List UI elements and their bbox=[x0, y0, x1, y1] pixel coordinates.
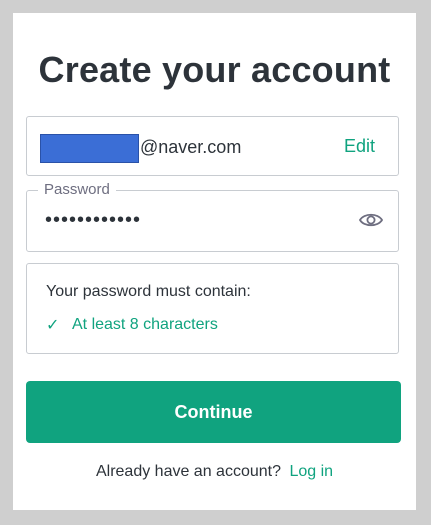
requirement-text: At least 8 characters bbox=[72, 316, 218, 333]
login-prompt: Already have an account? Log in bbox=[13, 463, 416, 481]
page-title: Create your account bbox=[38, 49, 391, 90]
continue-button[interactable]: Continue bbox=[26, 381, 401, 443]
password-input[interactable]: •••••••••••• bbox=[45, 209, 141, 232]
redacted-email-username bbox=[40, 134, 139, 163]
login-prompt-text: Already have an account? bbox=[95, 463, 281, 480]
eye-icon[interactable] bbox=[358, 209, 384, 231]
signup-card: Create your account @naver.com Edit Pass… bbox=[13, 13, 416, 510]
email-domain: @naver.com bbox=[140, 137, 242, 157]
email-field[interactable]: @naver.com Edit bbox=[26, 116, 399, 176]
requirements-title: Your password must contain: bbox=[46, 283, 251, 300]
password-label: Password bbox=[38, 181, 116, 198]
password-field[interactable]: Password •••••••••••• bbox=[26, 181, 399, 252]
requirement-item: ✓ At least 8 characters bbox=[46, 315, 218, 335]
login-link[interactable]: Log in bbox=[289, 463, 333, 480]
password-requirements: Your password must contain: ✓ At least 8… bbox=[26, 263, 399, 354]
edit-email-link[interactable]: Edit bbox=[344, 136, 375, 157]
checkmark-icon: ✓ bbox=[46, 317, 60, 334]
